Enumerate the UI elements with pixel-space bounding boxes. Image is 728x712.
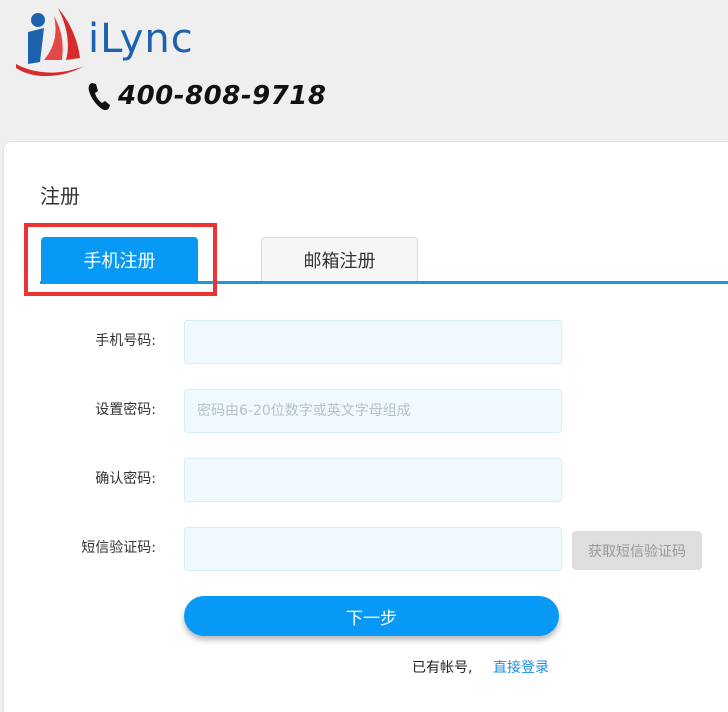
has-account-text: 已有帐号, bbox=[412, 660, 473, 676]
confirm-password-label: 确认密码: bbox=[95, 471, 156, 487]
sms-code-input[interactable] bbox=[184, 527, 562, 571]
ilync-logo-icon bbox=[16, 8, 84, 77]
password-label: 设置密码: bbox=[95, 402, 156, 418]
telephone-icon bbox=[88, 83, 110, 111]
confirm-password-input[interactable] bbox=[184, 458, 562, 502]
direct-login-link[interactable]: 直接登录 bbox=[493, 657, 549, 677]
phone-contact: 400-808-9718 bbox=[86, 78, 327, 114]
phone-number: 400-808-9718 bbox=[118, 81, 327, 111]
page-title: 注册 bbox=[40, 184, 80, 208]
register-card: 注册 手机注册 邮箱注册 手机号码: 设置密码: 确认密码: 短信验证码: 获取… bbox=[3, 141, 728, 712]
next-step-button[interactable]: 下一步 bbox=[184, 596, 559, 636]
tab-phone-register[interactable]: 手机注册 bbox=[41, 237, 198, 283]
phone-number-input[interactable] bbox=[184, 320, 562, 364]
page-header: iLync 400-808-9718 bbox=[0, 0, 728, 140]
brand-name: iLync bbox=[88, 16, 194, 62]
get-sms-code-button[interactable]: 获取短信验证码 bbox=[572, 531, 702, 570]
phone-number-label: 手机号码: bbox=[95, 333, 156, 349]
password-input[interactable] bbox=[184, 389, 562, 433]
sms-code-label: 短信验证码: bbox=[81, 540, 156, 556]
tab-email-register[interactable]: 邮箱注册 bbox=[261, 237, 418, 281]
